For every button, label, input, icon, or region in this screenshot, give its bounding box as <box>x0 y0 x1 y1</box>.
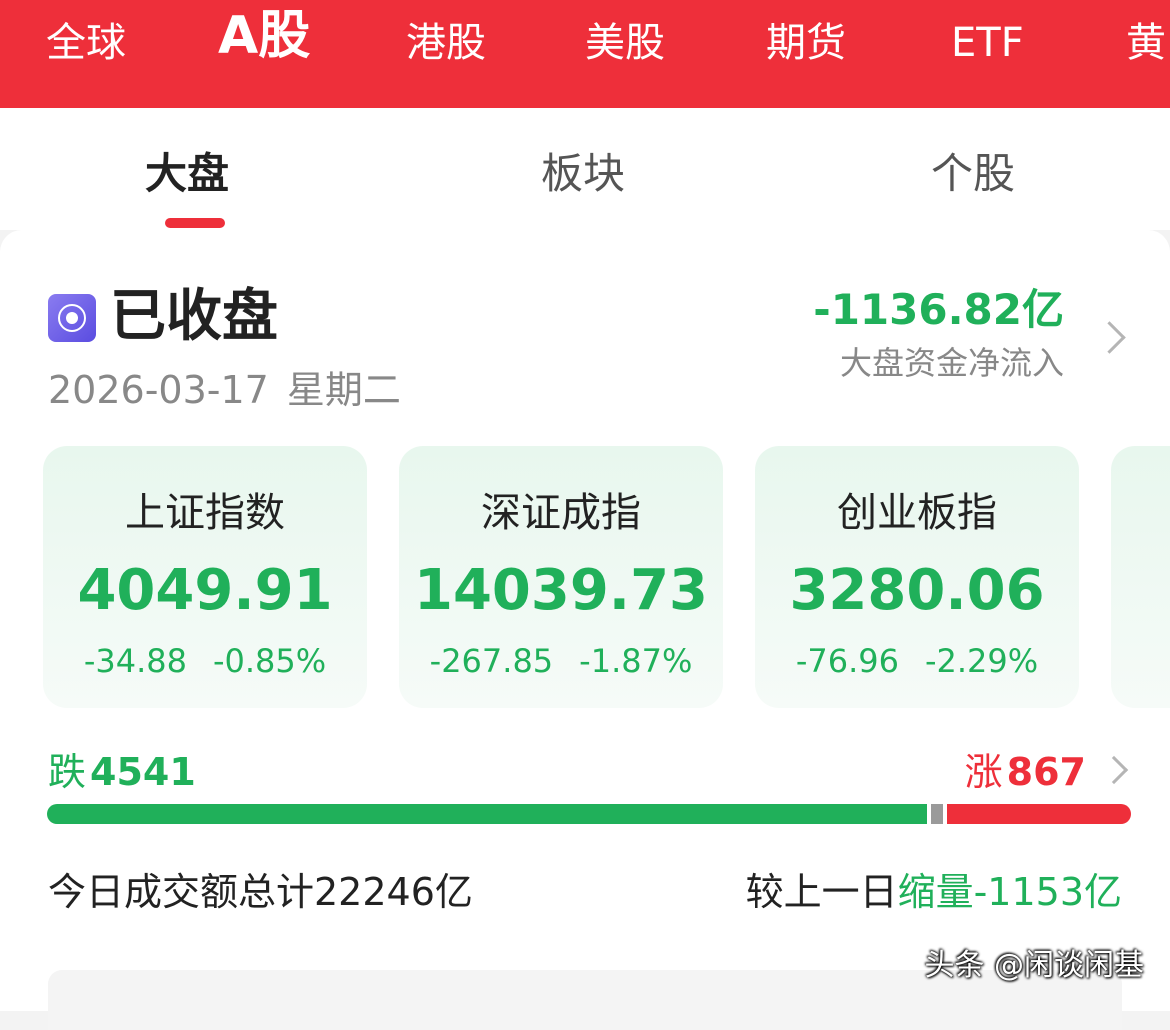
market-tab-hk[interactable]: 港股 <box>406 18 486 68</box>
decliners-bar <box>47 804 927 824</box>
decliners-number: 4541 <box>90 750 196 794</box>
index-change-pct: -1.87% <box>579 642 693 680</box>
market-closed-icon <box>48 294 96 342</box>
index-name: 上证指数 <box>125 490 285 536</box>
advancers-label: 涨 <box>964 750 1003 794</box>
market-tab-futures[interactable]: 期货 <box>766 18 846 68</box>
net-flow-label[interactable]: 大盘资金净流入 <box>840 342 1064 384</box>
index-change-pct: -0.85% <box>212 642 327 680</box>
net-flow-value[interactable]: -1136.82亿 <box>813 284 1064 336</box>
advancers-bar <box>947 804 1131 824</box>
index-change-points: -76.96 <box>795 642 899 680</box>
index-change: -267.85 -1.87% <box>399 640 723 682</box>
decliners-count[interactable]: 跌 4541 <box>48 748 196 796</box>
index-tile-chinext[interactable]: 创业板指 3280.06 -76.96 -2.29% <box>755 446 1079 708</box>
unchanged-bar <box>931 804 943 824</box>
compare-value: 缩量-1153亿 <box>897 870 1122 914</box>
market-tab-a-share[interactable]: A股 <box>218 6 310 66</box>
index-change-pct: -2.29% <box>924 642 1039 680</box>
trading-date: 2026-03-17 星期二 <box>48 366 401 414</box>
advancers-number: 867 <box>1006 750 1086 794</box>
turnover-total: 今日成交额总计22246亿 <box>48 870 473 914</box>
decliners-label: 跌 <box>48 750 87 794</box>
index-tile-shenzhen[interactable]: 深证成指 14039.73 -267.85 -1.87% <box>399 446 723 708</box>
compare-prefix: 较上一日 <box>745 870 898 914</box>
market-tab-bar: 全球 A股 港股 美股 期货 ETF 黄 <box>0 0 1170 108</box>
market-tab-global[interactable]: 全球 <box>46 18 126 68</box>
index-value: 4049.91 <box>77 558 333 623</box>
index-tile-shanghai[interactable]: 上证指数 4049.91 -34.88 -0.85% <box>43 446 367 708</box>
active-tab-indicator <box>165 218 225 228</box>
index-change: -34.88 -0.85% <box>43 640 367 682</box>
market-status: 已收盘 <box>110 284 278 349</box>
index-change: -76.96 -2.29% <box>755 640 1079 682</box>
date-value: 2026-03-17 <box>48 368 269 412</box>
chevron-right-icon[interactable] <box>1093 321 1126 354</box>
advancers-count[interactable]: 涨 867 <box>965 748 1086 796</box>
index-tile-partial[interactable] <box>1111 446 1170 708</box>
index-value: 3280.06 <box>789 558 1045 623</box>
index-name: 深证成指 <box>481 490 641 536</box>
index-change-points: -34.88 <box>83 642 187 680</box>
market-tab-us[interactable]: 美股 <box>585 18 665 68</box>
sub-tab-bar: 大盘 板块 个股 <box>0 108 1170 230</box>
index-name: 创业板指 <box>837 490 997 536</box>
index-value: 14039.73 <box>413 558 709 623</box>
market-tab-gold[interactable]: 黄 <box>1126 18 1166 68</box>
turnover-compare: 较上一日缩量-1153亿 <box>746 868 1122 916</box>
tab-stocks[interactable]: 个股 <box>931 148 1015 200</box>
breadth-bar <box>47 804 1131 824</box>
watermark: 头条 @闲谈闲基 <box>924 948 1144 983</box>
chevron-right-icon[interactable] <box>1099 755 1129 785</box>
tab-sectors[interactable]: 板块 <box>541 148 625 200</box>
market-summary-card: 已收盘 2026-03-17 星期二 -1136.82亿 大盘资金净流入 上证指数… <box>0 230 1170 1030</box>
tab-market-overview[interactable]: 大盘 <box>145 148 229 200</box>
weekday: 星期二 <box>286 368 401 412</box>
market-tab-etf[interactable]: ETF <box>951 18 1024 68</box>
index-change-points: -267.85 <box>429 642 554 680</box>
